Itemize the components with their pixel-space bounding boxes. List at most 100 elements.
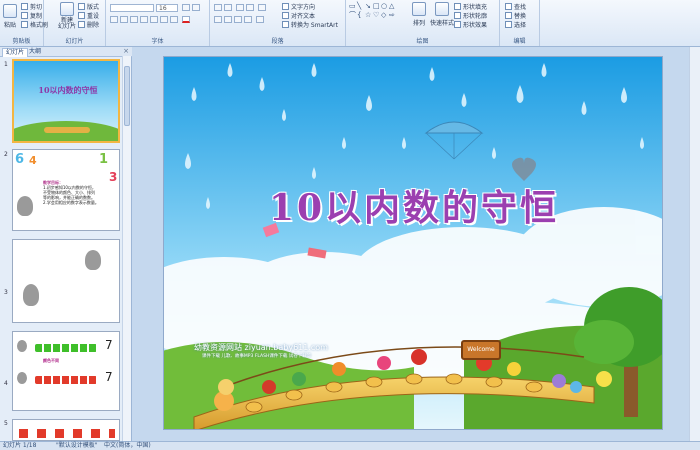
shape-outline-button[interactable]: 形状轮廓 xyxy=(454,11,487,20)
tab-outline[interactable]: 大纲 xyxy=(26,48,44,56)
shape-effects-button[interactable]: 形状效果 xyxy=(454,20,487,29)
oval-shape-icon[interactable]: ○ xyxy=(381,2,387,10)
slides-group: 新建 幻灯片 版式 重设 删除 幻灯片 xyxy=(44,0,106,46)
font-group: 16 字体 xyxy=(106,0,210,46)
heart-shape-icon[interactable]: ♡ xyxy=(373,11,379,19)
mouse-illustration xyxy=(23,284,39,306)
numbering-icon[interactable] xyxy=(224,4,232,11)
shrink-font-icon[interactable] xyxy=(192,4,200,11)
shadow-icon[interactable] xyxy=(150,16,158,23)
digit-decoration: 1 xyxy=(99,152,109,167)
align-left-icon[interactable] xyxy=(214,16,222,23)
slide-thumbnail-4[interactable]: 7 颜色不同 7 xyxy=(12,331,120,411)
slide-scrollbar[interactable] xyxy=(689,47,700,441)
new-slide-icon xyxy=(60,2,74,16)
green-apple-row xyxy=(35,344,97,352)
cursor-icon xyxy=(505,21,512,28)
shapes-gallery[interactable]: ▭ ╲ ↘ □ ○ △ ⌒ { ☆ ♡ ◇ ⇨ xyxy=(349,2,405,28)
font-name-combo[interactable] xyxy=(110,4,154,12)
reset-icon xyxy=(78,12,85,19)
quick-styles-icon xyxy=(435,2,449,16)
copy-button[interactable]: 复制 xyxy=(21,11,42,20)
bullets-icon[interactable] xyxy=(214,4,222,11)
bold-icon[interactable] xyxy=(110,16,118,23)
decrease-indent-icon[interactable] xyxy=(236,4,244,11)
slide-thumbnail-3[interactable] xyxy=(12,239,120,323)
slide-thumbnail-5[interactable] xyxy=(12,419,120,441)
right-arrow-shape-icon[interactable]: ⇨ xyxy=(389,11,395,19)
line-shape-icon[interactable]: ╲ xyxy=(357,2,361,10)
arrange-icon xyxy=(412,2,426,16)
clipboard-group: 粘贴 剪切 复制 格式刷 剪贴板 xyxy=(0,0,48,46)
slide-number: 3 xyxy=(4,289,8,296)
digit-decoration: 3 xyxy=(109,170,118,184)
current-slide[interactable]: 10以内数的守恒 幼教资源网站 ziyuan.baby611.com 课件下载 … xyxy=(163,56,663,430)
slide-title[interactable]: 10以内数的守恒 xyxy=(164,179,662,231)
slides-panel: 幻灯片 大纲 × 1 10以内数的守恒 2 6 4 1 3 教学目标： 1.初步… xyxy=(0,47,132,441)
spacing-icon[interactable] xyxy=(160,16,168,23)
quick-styles-button[interactable]: 快速样式 xyxy=(430,2,454,27)
close-icon[interactable]: × xyxy=(123,47,129,55)
shape-fill-button[interactable]: 形状填充 xyxy=(454,2,487,11)
scissors-icon xyxy=(21,3,28,10)
tab-slides[interactable]: 幻灯片 xyxy=(2,48,29,57)
font-color-icon[interactable] xyxy=(182,16,190,23)
grow-font-icon[interactable] xyxy=(182,4,190,11)
slide-thumbnail-1[interactable]: 10以内数的守恒 xyxy=(12,59,120,143)
increase-indent-icon[interactable] xyxy=(246,4,254,11)
curve-shape-icon[interactable]: ⌒ xyxy=(349,11,356,19)
arrange-button[interactable]: 排列 xyxy=(412,2,426,27)
mouse-illustration xyxy=(85,250,101,270)
columns-icon[interactable] xyxy=(256,16,264,23)
font-size-combo[interactable]: 16 xyxy=(156,4,178,12)
cut-button[interactable]: 剪切 xyxy=(21,2,42,11)
arrow-shape-icon[interactable]: ↘ xyxy=(365,2,371,10)
thumb-title: 10以内数的守恒 xyxy=(38,85,98,95)
new-slide-button[interactable]: 新建 幻灯片 xyxy=(58,2,76,30)
brush-icon xyxy=(21,21,28,28)
case-icon[interactable] xyxy=(170,16,178,23)
effects-icon xyxy=(454,21,461,28)
align-text-button[interactable]: 对齐文本 xyxy=(282,11,315,20)
panel-scroll-thumb[interactable] xyxy=(124,66,130,126)
align-right-icon[interactable] xyxy=(234,16,242,23)
smartart-button[interactable]: 转换为 SmartArt xyxy=(282,20,338,29)
reset-button[interactable]: 重设 xyxy=(78,11,99,20)
drawing-label: 绘图 xyxy=(416,38,429,45)
slide-number: 4 xyxy=(4,380,8,387)
thumb-caption: 颜色不同 xyxy=(43,358,59,363)
find-button[interactable]: 查找 xyxy=(505,2,526,11)
justify-icon[interactable] xyxy=(244,16,252,23)
textbox-shape-icon[interactable]: ▭ xyxy=(349,2,356,10)
select-button[interactable]: 选择 xyxy=(505,20,526,29)
font-label: 字体 xyxy=(151,38,164,45)
paste-button[interactable]: 粘贴 xyxy=(3,4,17,29)
clipboard-label: 剪贴板 xyxy=(12,38,31,45)
text-direction-button[interactable]: 文字方向 xyxy=(282,2,315,11)
welcome-sign: Welcome xyxy=(461,340,501,360)
brace-shape-icon[interactable]: { xyxy=(357,11,361,19)
align-center-icon[interactable] xyxy=(224,16,232,23)
delete-icon xyxy=(78,21,85,28)
italic-icon[interactable] xyxy=(120,16,128,23)
delete-button[interactable]: 删除 xyxy=(78,20,99,29)
paste-icon xyxy=(3,4,17,18)
slide-number: 1 xyxy=(4,61,8,68)
slide-thumbnail-2[interactable]: 6 4 1 3 教学目标： 1.初步感知10以内数的守恒， 不受物体的颜色、大小… xyxy=(12,149,120,231)
triangle-shape-icon[interactable]: △ xyxy=(389,2,394,10)
red-apple-row xyxy=(35,376,97,384)
underline-icon[interactable] xyxy=(130,16,138,23)
panel-tabs: 幻灯片 大纲 × xyxy=(0,47,132,57)
mouse-illustration xyxy=(17,372,27,384)
pen-outline-icon xyxy=(454,12,461,19)
mouse-illustration xyxy=(17,340,27,352)
line-spacing-icon[interactable] xyxy=(258,4,266,11)
layout-button[interactable]: 版式 xyxy=(78,2,99,11)
diamond-shape-icon[interactable]: ◇ xyxy=(381,11,386,19)
rectangle-shape-icon[interactable]: □ xyxy=(373,2,380,10)
star-shape-icon[interactable]: ☆ xyxy=(365,11,371,19)
replace-button[interactable]: 替换 xyxy=(505,11,526,20)
panel-scrollbar[interactable] xyxy=(122,56,131,441)
strikethrough-icon[interactable] xyxy=(140,16,148,23)
fill-bucket-icon xyxy=(454,3,461,10)
